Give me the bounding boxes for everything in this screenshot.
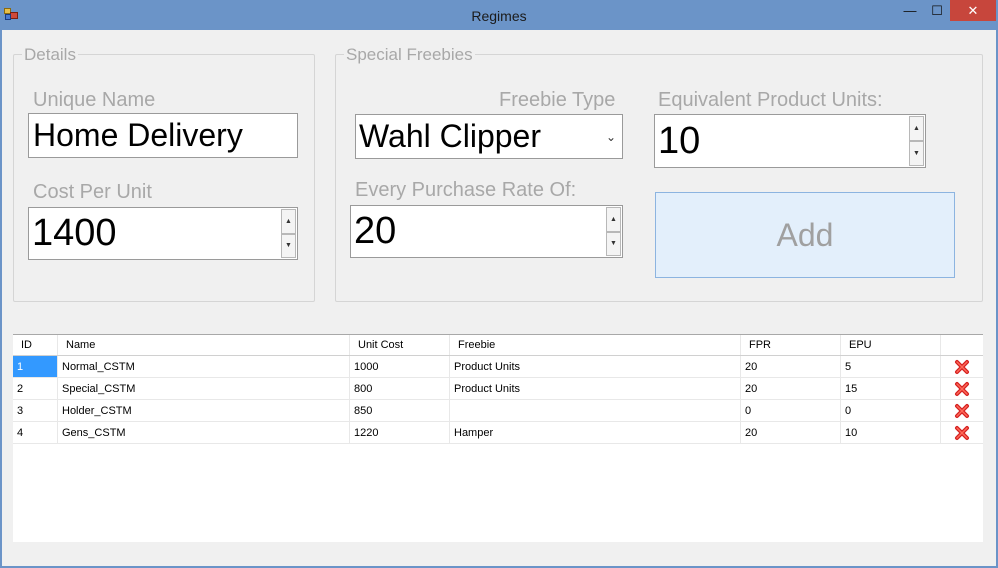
cell-freebie[interactable]: Hamper	[450, 422, 741, 443]
cell-freebie[interactable]: Product Units	[450, 378, 741, 399]
spin-up-button[interactable]: ▲	[281, 209, 296, 234]
cell-freebie[interactable]	[450, 400, 741, 421]
column-header-epu[interactable]: EPU	[841, 335, 941, 355]
column-header-fpr[interactable]: FPR	[741, 335, 841, 355]
cell-fpr[interactable]: 20	[741, 356, 841, 377]
every-purchase-rate-stepper[interactable]: 20 ▲ ▼	[350, 205, 623, 258]
details-group-title: Details	[22, 45, 78, 65]
every-purchase-rate-label: Every Purchase Rate Of:	[355, 179, 577, 201]
cell-freebie[interactable]: Product Units	[450, 356, 741, 377]
freebie-type-value: Wahl Clipper	[359, 118, 541, 154]
freebie-type-select[interactable]: Wahl Clipper ⌄	[355, 114, 623, 159]
cost-per-unit-stepper[interactable]: 1400 ▲ ▼	[28, 207, 298, 260]
delete-icon	[955, 425, 969, 440]
every-purchase-rate-value: 20	[354, 210, 397, 252]
cost-per-unit-spinner: ▲ ▼	[281, 209, 296, 258]
table-row[interactable]: 3 Holder_CSTM 850 0 0	[13, 400, 983, 422]
spin-up-icon: ▲	[913, 125, 920, 132]
minimize-button[interactable]: —	[896, 0, 924, 21]
window-title: Regimes	[471, 8, 527, 24]
maximize-button[interactable]: ☐	[924, 0, 950, 21]
details-group: Details Unique Name Home Delivery Cost P…	[13, 45, 315, 302]
epu-spinner: ▲ ▼	[909, 116, 924, 166]
spin-down-button[interactable]: ▼	[281, 233, 296, 258]
delete-icon	[955, 403, 969, 418]
minimize-icon: —	[903, 3, 917, 18]
cell-id[interactable]: 1	[13, 356, 58, 377]
spin-up-button[interactable]: ▲	[909, 116, 924, 141]
title-bar[interactable]: Regimes — ☐ ✕	[0, 0, 998, 30]
delete-button[interactable]	[941, 356, 983, 377]
close-icon: ✕	[967, 2, 979, 18]
spin-down-icon: ▼	[610, 240, 617, 248]
table-row[interactable]: 2 Special_CSTM 800 Product Units 20 15	[13, 378, 983, 400]
unique-name-input[interactable]: Home Delivery	[28, 113, 298, 158]
cost-per-unit-label: Cost Per Unit	[33, 181, 152, 203]
unique-name-value: Home Delivery	[33, 117, 243, 153]
close-button[interactable]: ✕	[950, 0, 996, 21]
spin-down-icon: ▼	[285, 242, 292, 250]
cost-per-unit-value: 1400	[32, 212, 117, 254]
unique-name-label: Unique Name	[33, 89, 156, 111]
delete-button[interactable]	[941, 378, 983, 399]
cell-epu[interactable]: 15	[841, 378, 941, 399]
cell-id[interactable]: 3	[13, 400, 58, 421]
cell-name[interactable]: Holder_CSTM	[58, 400, 350, 421]
add-button[interactable]: Add	[655, 192, 955, 278]
cell-unit-cost[interactable]: 1000	[350, 356, 450, 377]
cell-unit-cost[interactable]: 850	[350, 400, 450, 421]
delete-button[interactable]	[941, 422, 983, 443]
cell-unit-cost[interactable]: 1220	[350, 422, 450, 443]
delete-button[interactable]	[941, 400, 983, 421]
spin-down-button[interactable]: ▼	[606, 231, 621, 256]
cell-fpr[interactable]: 20	[741, 422, 841, 443]
cell-name[interactable]: Normal_CSTM	[58, 356, 350, 377]
delete-icon	[955, 381, 969, 396]
rate-spinner: ▲ ▼	[606, 207, 621, 256]
cell-unit-cost[interactable]: 800	[350, 378, 450, 399]
column-header-freebie[interactable]: Freebie	[450, 335, 741, 355]
maximize-icon: ☐	[931, 2, 943, 18]
column-header-delete[interactable]	[941, 335, 983, 355]
table-row[interactable]: 1 Normal_CSTM 1000 Product Units 20 5	[13, 356, 983, 378]
grid-header-row: ID Name Unit Cost Freebie FPR EPU	[13, 335, 983, 356]
cell-id[interactable]: 2	[13, 378, 58, 399]
spin-up-button[interactable]: ▲	[606, 207, 621, 232]
spin-up-icon: ▲	[285, 217, 292, 225]
freebie-type-label: Freebie Type	[499, 89, 616, 111]
cell-fpr[interactable]: 20	[741, 378, 841, 399]
column-header-name[interactable]: Name	[58, 335, 350, 355]
delete-icon	[955, 359, 969, 374]
special-freebies-group-title: Special Freebies	[344, 45, 475, 65]
cell-name[interactable]: Special_CSTM	[58, 378, 350, 399]
chevron-down-icon[interactable]: ⌄	[606, 115, 616, 158]
cell-name[interactable]: Gens_CSTM	[58, 422, 350, 443]
cell-id[interactable]: 4	[13, 422, 58, 443]
spin-down-button[interactable]: ▼	[909, 141, 924, 166]
spin-down-icon: ▼	[913, 150, 920, 157]
equivalent-product-units-label: Equivalent Product Units:	[658, 89, 883, 111]
column-header-unit-cost[interactable]: Unit Cost	[350, 335, 450, 355]
regimes-grid[interactable]: ID Name Unit Cost Freebie FPR EPU 1 Norm…	[13, 334, 983, 542]
equivalent-product-units-stepper[interactable]: 10 ▲ ▼	[654, 114, 926, 168]
cell-fpr[interactable]: 0	[741, 400, 841, 421]
spin-up-icon: ▲	[610, 215, 617, 223]
cell-epu[interactable]: 10	[841, 422, 941, 443]
form-client-area: Details Unique Name Home Delivery Cost P…	[2, 30, 996, 566]
table-row[interactable]: 4 Gens_CSTM 1220 Hamper 20 10	[13, 422, 983, 444]
cell-epu[interactable]: 0	[841, 400, 941, 421]
regimes-window: Regimes — ☐ ✕ Details Unique Name Home D…	[0, 0, 998, 568]
equivalent-product-units-value: 10	[658, 119, 701, 162]
cell-epu[interactable]: 5	[841, 356, 941, 377]
special-freebies-group: Special Freebies Freebie Type Wahl Clipp…	[335, 45, 983, 302]
column-header-id[interactable]: ID	[13, 335, 58, 355]
